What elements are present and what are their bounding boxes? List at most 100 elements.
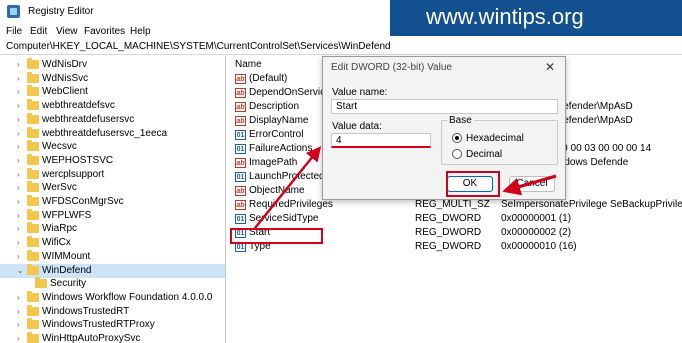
- folder-icon: [27, 318, 39, 330]
- tree-item-label: Security: [50, 278, 87, 290]
- chevron-right-icon[interactable]: ›: [17, 142, 20, 151]
- tree-item[interactable]: Security: [0, 277, 225, 291]
- tree-item-label: Wecsvc: [42, 141, 77, 153]
- folder-icon: [27, 304, 39, 316]
- chevron-right-icon[interactable]: ›: [17, 293, 20, 302]
- value-data-field[interactable]: 4: [331, 133, 431, 148]
- folder-icon: [27, 263, 39, 275]
- chevron-right-icon[interactable]: ›: [17, 334, 20, 343]
- menu-file[interactable]: File: [6, 26, 22, 37]
- binary-value-icon: 01: [235, 172, 246, 182]
- column-header-name[interactable]: Name: [235, 59, 262, 70]
- tree-item[interactable]: › WdNisDrv: [0, 58, 225, 72]
- tree-item[interactable]: › WiaRpc: [0, 222, 225, 236]
- folder-icon: [27, 112, 39, 124]
- chevron-right-icon[interactable]: ›: [17, 170, 20, 179]
- folder-icon: [27, 181, 39, 193]
- value-data: 0x00000010 (16): [501, 241, 577, 252]
- tree-item-label: WiaRpc: [42, 223, 78, 235]
- tree-item[interactable]: › WFPLWFS: [0, 208, 225, 223]
- chevron-right-icon[interactable]: ›: [17, 87, 20, 96]
- decimal-radio[interactable]: [452, 149, 462, 159]
- tree-item-label: WinDefend: [42, 264, 92, 276]
- tree-item-label: WifiCx: [42, 237, 71, 249]
- hexadecimal-radio[interactable]: [452, 133, 462, 143]
- value-name: RequiredPrivileges: [249, 199, 333, 210]
- tree-item[interactable]: › Windows Workflow Foundation 4.0.0.0: [0, 290, 225, 305]
- tree-item[interactable]: › webthreatdefusersvc_1eeca: [0, 126, 225, 141]
- value-name-field[interactable]: Start: [331, 99, 558, 114]
- tree-item[interactable]: › webthreatdefsvc: [0, 99, 225, 113]
- chevron-right-icon[interactable]: ›: [17, 101, 20, 110]
- tree-item[interactable]: › WIMMount: [0, 249, 225, 264]
- value-name: ObjectName: [249, 185, 305, 196]
- tree-item[interactable]: › webthreatdefusersvc: [0, 112, 225, 127]
- cancel-button[interactable]: Cancel: [509, 176, 555, 192]
- tree-item-label: WFDSConMgrSvc: [42, 196, 124, 207]
- folder-icon: [27, 208, 39, 220]
- chevron-right-icon[interactable]: ›: [17, 115, 20, 124]
- string-value-icon: ab: [235, 158, 246, 168]
- menu-favorites[interactable]: Favorites: [84, 26, 125, 37]
- chevron-right-icon[interactable]: ›: [17, 224, 20, 233]
- chevron-down-icon[interactable]: ⌄: [17, 266, 24, 275]
- menu-edit[interactable]: Edit: [30, 26, 47, 37]
- value-name: LaunchProtected: [249, 171, 325, 182]
- folder-icon: [27, 222, 39, 234]
- chevron-right-icon[interactable]: ›: [17, 307, 20, 316]
- tree-item-label: WdNisDrv: [42, 59, 87, 70]
- tree-item[interactable]: › WinHttpAutoProxySvc: [0, 332, 225, 343]
- chevron-right-icon[interactable]: ›: [17, 129, 20, 138]
- tree-item[interactable]: › WEPHOSTSVC: [0, 153, 225, 168]
- menu-help[interactable]: Help: [130, 26, 151, 37]
- tree-item-label: WindowsTrustedRTProxy: [42, 319, 155, 331]
- tree-item[interactable]: › WindowsTrustedRT: [0, 304, 225, 319]
- chevron-right-icon[interactable]: ›: [17, 60, 20, 69]
- tree-item-label: WindowsTrustedRT: [42, 305, 130, 317]
- string-value-icon: ab: [235, 74, 246, 84]
- folder-icon: [27, 126, 39, 138]
- value-name: ServiceSidType: [249, 213, 319, 224]
- hexadecimal-label: Hexadecimal: [466, 133, 524, 144]
- folder-icon: [27, 140, 39, 152]
- chevron-right-icon[interactable]: ›: [17, 238, 20, 247]
- tree-item[interactable]: › WerSvc: [0, 181, 225, 195]
- tree-item-label: Windows Workflow Foundation 4.0.0.0: [42, 291, 213, 303]
- binary-value-icon: 01: [235, 144, 246, 154]
- value-name-label: Value name:: [332, 87, 388, 98]
- menu-view[interactable]: View: [56, 26, 78, 37]
- value-row[interactable]: 01 ServiceSidType REG_DWORD 0x00000001 (1): [227, 212, 682, 226]
- chevron-right-icon[interactable]: ›: [17, 183, 20, 192]
- address-path[interactable]: Computer\HKEY_LOCAL_MACHINE\SYSTEM\Curre…: [6, 41, 391, 52]
- start-highlight-box: [230, 228, 323, 244]
- close-icon[interactable]: ✕: [545, 60, 555, 74]
- tree-item[interactable]: ⌄ WinDefend: [0, 263, 225, 278]
- value-data: SeImpersonatePrivilege SeBackupPrivilege…: [501, 199, 682, 210]
- chevron-right-icon[interactable]: ›: [17, 211, 20, 220]
- value-name: FailureActions: [249, 143, 313, 154]
- address-bar[interactable]: Computer\HKEY_LOCAL_MACHINE\SYSTEM\Curre…: [0, 40, 682, 55]
- chevron-right-icon[interactable]: ›: [17, 74, 20, 83]
- value-type: REG_MULTI_SZ: [415, 199, 490, 210]
- value-row[interactable]: ab RequiredPrivileges REG_MULTI_SZ SeImpers…: [227, 198, 682, 212]
- chevron-right-icon[interactable]: ›: [17, 197, 20, 206]
- edit-dword-dialog: Edit DWORD (32-bit) Value ✕ Value name: …: [322, 56, 566, 200]
- tree-item[interactable]: › WFDSConMgrSvc: [0, 195, 225, 209]
- tree-item[interactable]: › Wecsvc: [0, 140, 225, 154]
- chevron-right-icon[interactable]: ›: [17, 252, 20, 261]
- tree-item[interactable]: › WdNisSvc: [0, 71, 225, 86]
- value-name: ErrorControl: [249, 129, 304, 140]
- tree-item[interactable]: › WifiCx: [0, 236, 225, 250]
- chevron-right-icon[interactable]: ›: [17, 156, 20, 165]
- tree-item[interactable]: › WebClient: [0, 85, 225, 99]
- folder-icon: [27, 58, 39, 69]
- ok-button[interactable]: OK: [447, 176, 493, 192]
- tree-item[interactable]: › wercplsupport: [0, 167, 225, 182]
- binary-value-icon: 01: [235, 214, 246, 224]
- folder-icon: [27, 99, 39, 111]
- chevron-right-icon[interactable]: ›: [17, 320, 20, 329]
- tree-item[interactable]: › WindowsTrustedRTProxy: [0, 318, 225, 332]
- value-data: 0x00000002 (2): [501, 227, 572, 238]
- tree-item-label: WinHttpAutoProxySvc: [42, 333, 141, 343]
- folder-icon: [27, 153, 39, 165]
